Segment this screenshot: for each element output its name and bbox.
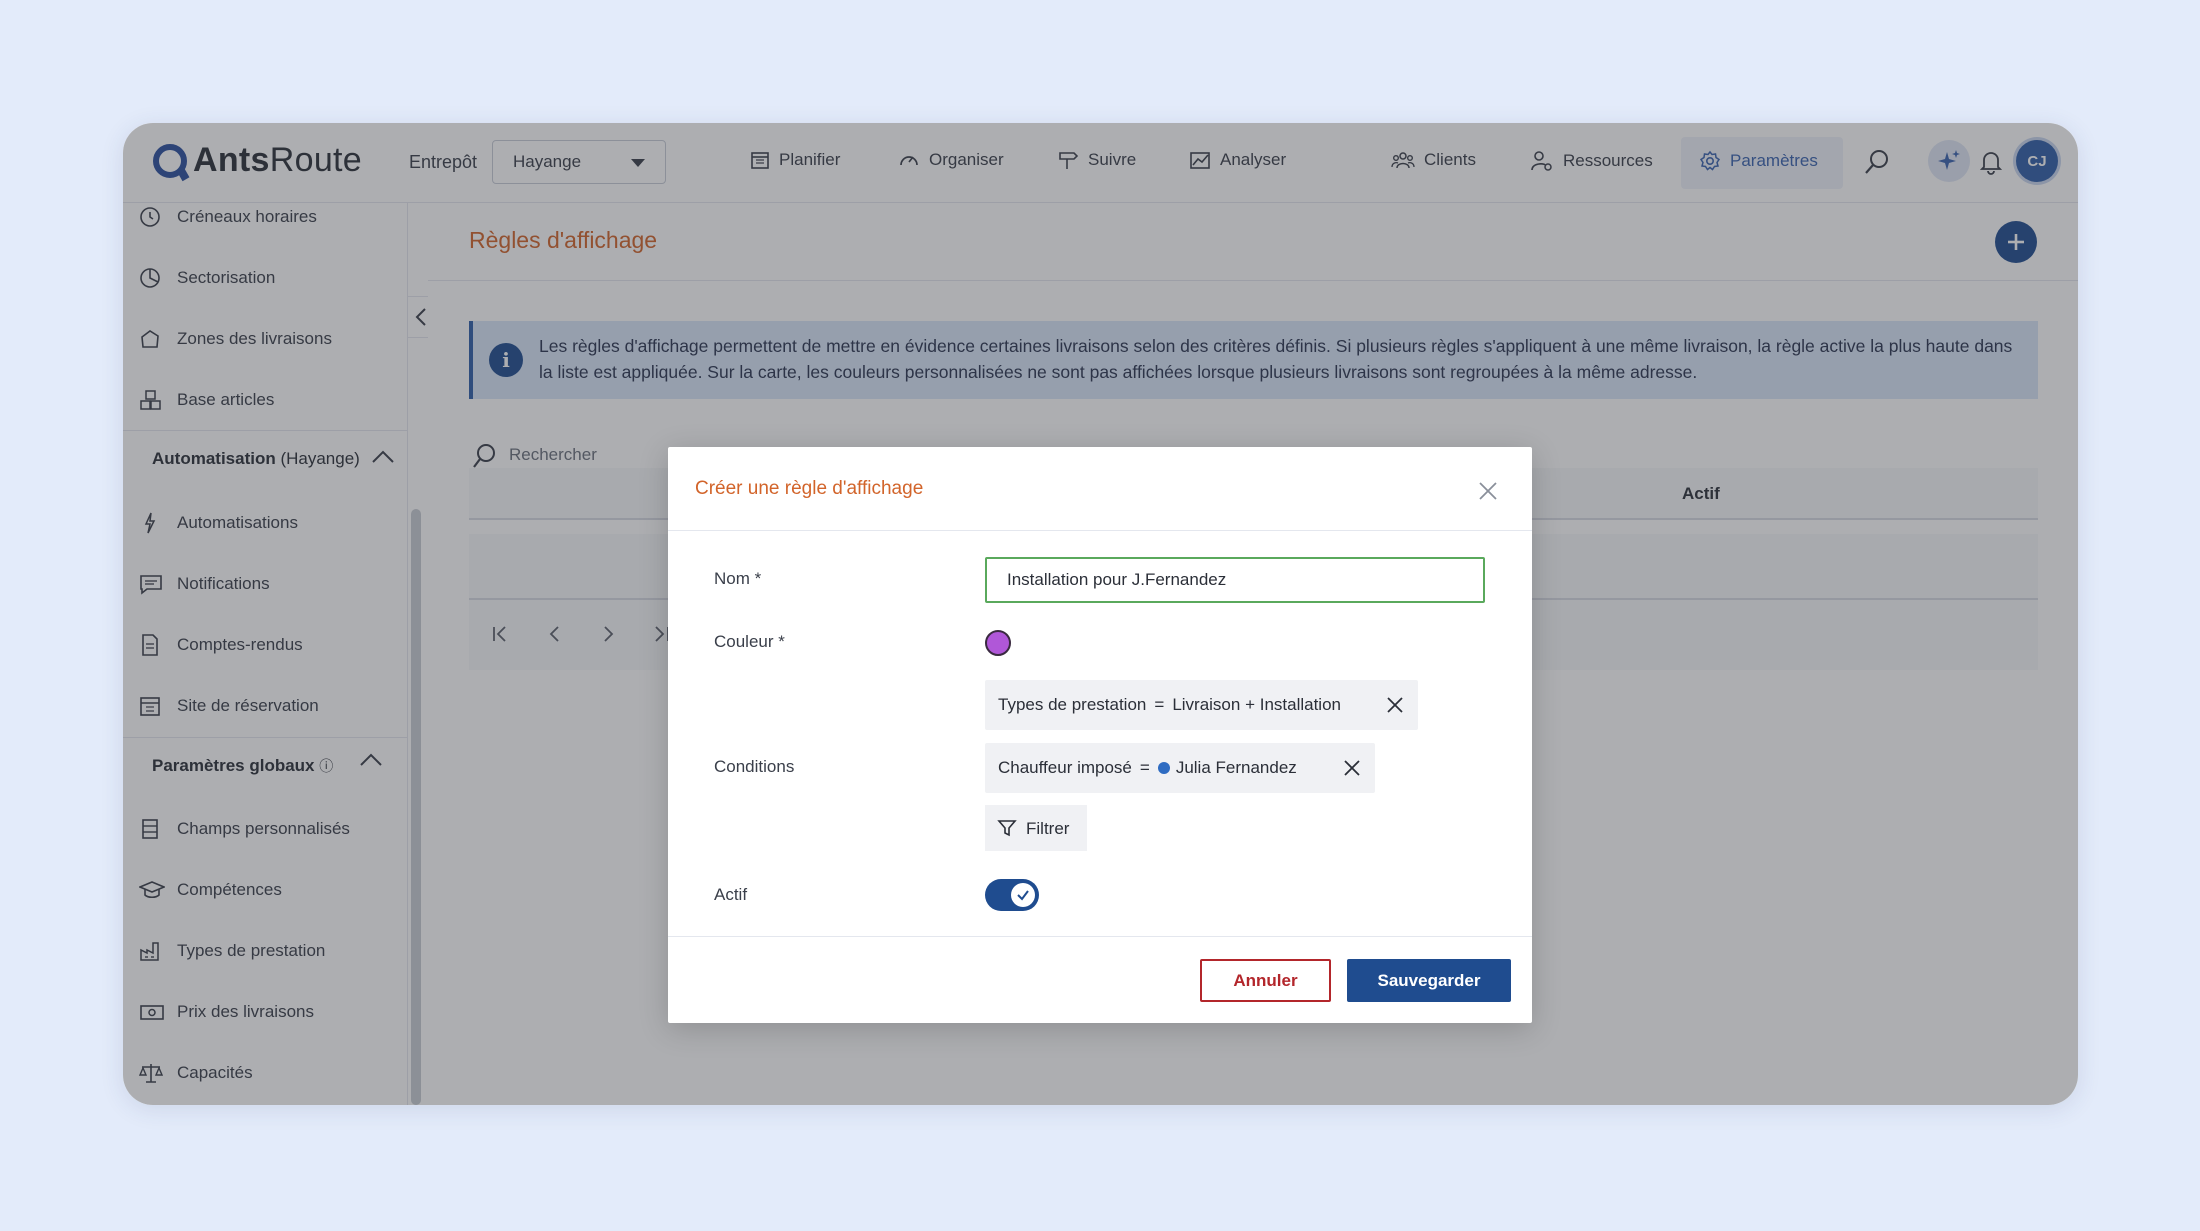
condition-field: Chauffeur imposé xyxy=(998,758,1132,777)
dialog-footer: Annuler Sauvegarder xyxy=(668,936,1532,1023)
condition-operator: = xyxy=(1154,695,1165,714)
condition-value: Julia Fernandez xyxy=(1175,758,1297,777)
name-input[interactable] xyxy=(985,557,1485,603)
check-icon xyxy=(1017,890,1029,901)
filter-label: Filtrer xyxy=(1026,819,1070,838)
condition-chip[interactable]: Types de prestation = Livraison + Instal… xyxy=(985,680,1418,730)
driver-color-dot xyxy=(1157,762,1170,774)
active-label: Actif xyxy=(714,885,748,904)
color-label: Couleur * xyxy=(714,632,785,651)
add-filter-button[interactable]: Filtrer xyxy=(985,805,1087,851)
save-button[interactable]: Sauvegarder xyxy=(1347,959,1511,1002)
create-rule-dialog: Créer une règle d'affichage Nom * Couleu… xyxy=(668,447,1532,1023)
conditions-label: Conditions xyxy=(714,757,795,776)
dialog-header: Créer une règle d'affichage xyxy=(668,447,1532,531)
cancel-button[interactable]: Annuler xyxy=(1200,959,1331,1002)
color-picker[interactable] xyxy=(985,630,1011,656)
filter-icon xyxy=(997,820,1017,837)
condition-value: Livraison + Installation xyxy=(1172,695,1341,714)
name-label: Nom * xyxy=(714,569,762,588)
remove-condition-icon[interactable] xyxy=(1386,696,1404,714)
condition-chip[interactable]: Chauffeur imposé = Julia Fernandez xyxy=(985,743,1375,793)
remove-condition-icon[interactable] xyxy=(1343,759,1361,777)
dialog-title: Créer une règle d'affichage xyxy=(695,478,924,499)
condition-field: Types de prestation xyxy=(998,695,1147,714)
toggle-knob xyxy=(1011,883,1035,907)
active-toggle[interactable] xyxy=(985,879,1039,911)
close-button[interactable] xyxy=(1478,481,1498,506)
condition-operator: = xyxy=(1139,758,1150,777)
close-icon xyxy=(1479,482,1497,500)
